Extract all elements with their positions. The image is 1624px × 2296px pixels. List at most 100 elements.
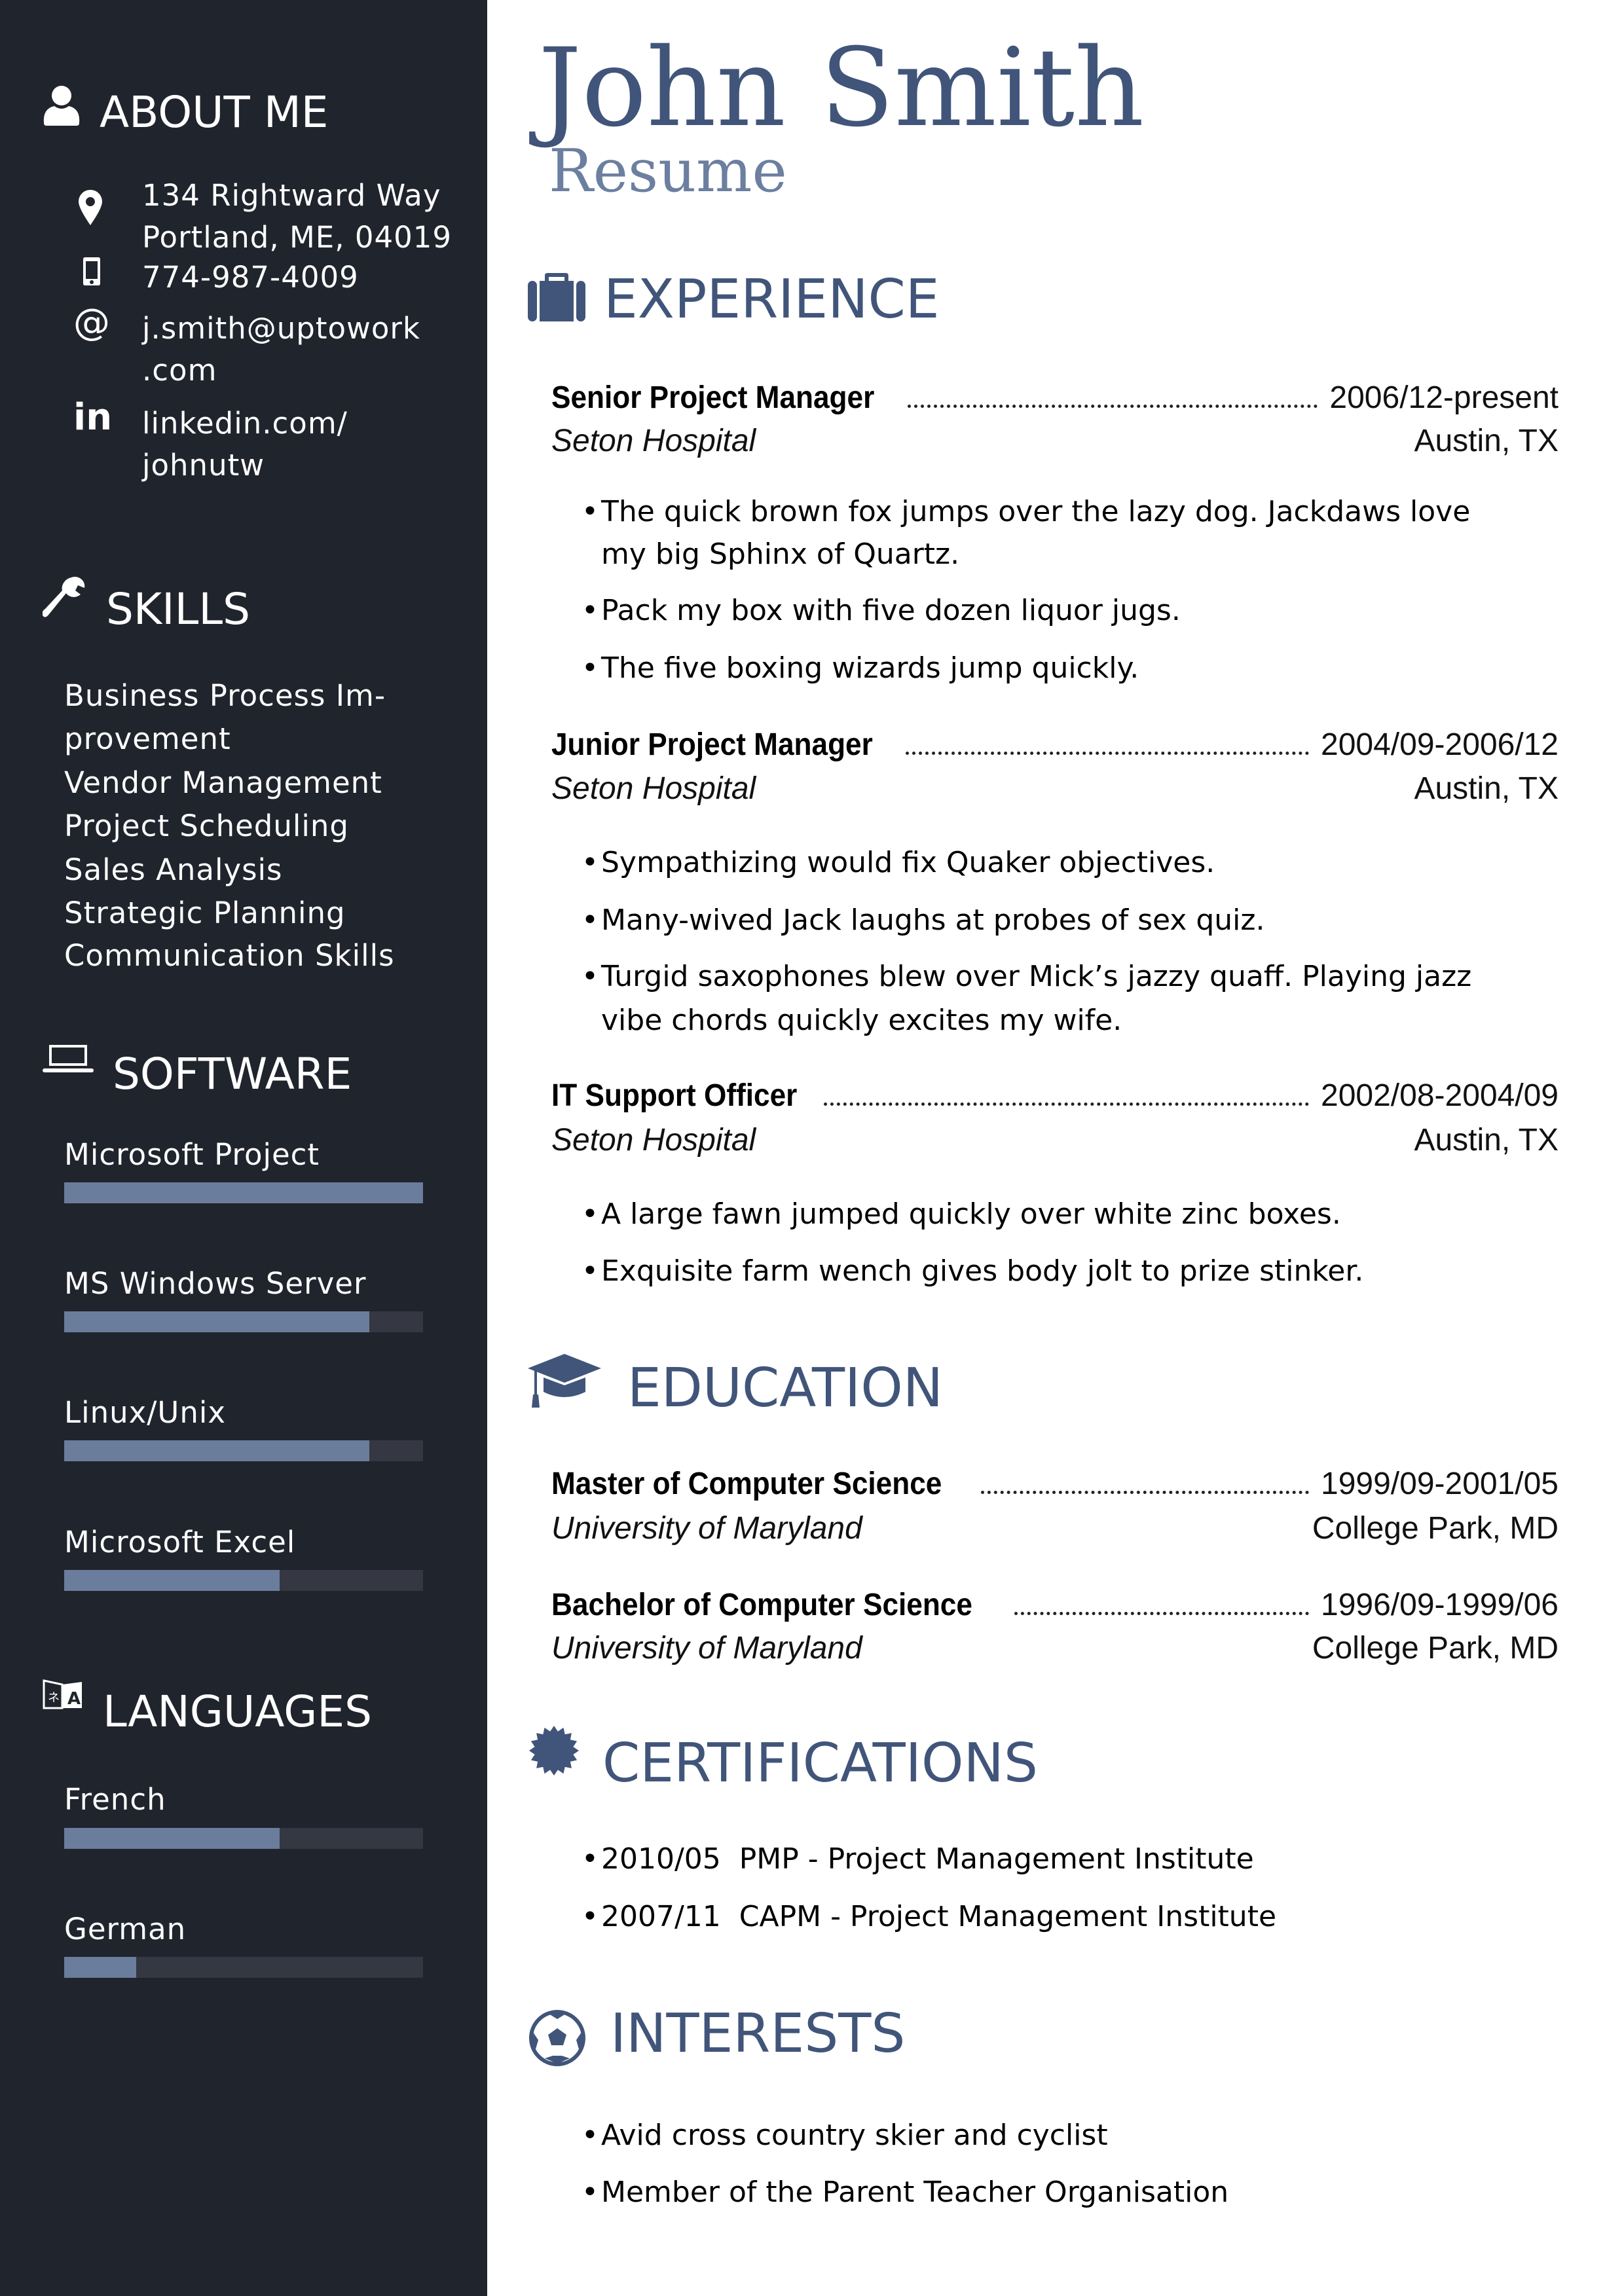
skills-heading: SKILLS	[106, 584, 251, 634]
skill-line: Business Process Im-	[64, 678, 386, 713]
leader-dots	[824, 1102, 1309, 1106]
software-level-fill	[64, 1440, 369, 1461]
leader-dots	[1014, 1612, 1309, 1615]
skill-line: Communication Skills	[64, 938, 395, 973]
skill-line: Sales Analysis	[64, 852, 283, 887]
languages-label: German	[64, 1912, 187, 1946]
job-org-row: Seton Hospital Austin, TX	[551, 1125, 1559, 1156]
translate-icon: Aネ	[43, 1679, 82, 1709]
degree-location: College Park, MD	[1312, 1511, 1559, 1546]
software-label: Linux/Unix	[64, 1395, 226, 1430]
job-location: Austin, TX	[1414, 1123, 1559, 1157]
email-line2[interactable]: .com	[142, 355, 217, 385]
phone-icon	[83, 257, 100, 285]
job-header-row: IT Support Officer 2002/08-2004/09	[551, 1080, 1559, 1112]
job-dates: 2006/12-present	[1329, 380, 1559, 415]
job-bullet: The quick brown fox jumps over the lazy …	[581, 498, 1470, 527]
degree-title: Bachelor of Computer Science	[551, 1588, 972, 1622]
leader-dots	[906, 752, 1309, 755]
certificate-badge-icon	[529, 1726, 579, 1776]
job-org-row: Seton Hospital Austin, TX	[551, 773, 1559, 805]
job-header-row: Senior Project Manager 2006/12-present	[551, 382, 1559, 414]
job-bullet: vibe chords quickly excites my wife.	[601, 1004, 1122, 1037]
candidate-name: John Smith	[538, 25, 1145, 151]
interest-item: Avid cross country skier and cyclist	[581, 2121, 1108, 2151]
job-dates: 2004/09-2006/12	[1321, 727, 1559, 762]
email-icon: @	[73, 301, 110, 344]
skill-line: Strategic Planning	[64, 896, 346, 930]
address-line1: 134 Rightward Way	[142, 178, 441, 213]
job-bullet: my big Sphinx of Quartz.	[601, 538, 960, 571]
software-label: MS Windows Server	[64, 1266, 367, 1301]
linkedin-icon: in	[73, 396, 113, 439]
languages-heading: LANGUAGES	[103, 1686, 372, 1737]
job-org-row: Seton Hospital Austin, TX	[551, 426, 1559, 457]
graduation-cap-icon	[528, 1354, 601, 1408]
soccer-ball-icon	[529, 2010, 585, 2066]
about-heading: ABOUT ME	[100, 87, 329, 137]
location-pin-icon	[79, 190, 102, 225]
degree-org-row: University of Maryland College Park, MD	[551, 1513, 1559, 1544]
degree-dates: 1999/09-2001/05	[1321, 1467, 1559, 1501]
skill-line: provement	[64, 721, 231, 756]
certification-item: 2007/11 CAPM - Project Management Instit…	[581, 1903, 1276, 1932]
degree-header-row: Bachelor of Computer Science 1996/09-1999…	[551, 1590, 1559, 1621]
software-level-bar	[64, 1182, 423, 1203]
job-dates: 2002/08-2004/09	[1321, 1078, 1559, 1113]
user-icon	[43, 86, 80, 126]
svg-text:ネ: ネ	[48, 1691, 60, 1705]
job-bullet: Exquisite farm wench gives body jolt to …	[581, 1257, 1363, 1286]
job-location: Austin, TX	[1414, 771, 1559, 806]
job-organization: Seton Hospital	[551, 424, 756, 458]
email-line1[interactable]: j.smith@uptowork	[142, 314, 420, 343]
job-header-row: Junior Project Manager 2004/09-2006/12	[551, 729, 1559, 761]
interests-heading: INTERESTS	[610, 2003, 906, 2065]
job-organization: Seton Hospital	[551, 1123, 756, 1157]
job-bullet: The five boxing wizards jump quickly.	[581, 654, 1139, 683]
interest-item: Member of the Parent Teacher Organisatio…	[581, 2178, 1228, 2208]
languages-level-fill	[64, 1957, 136, 1978]
software-label: Microsoft Excel	[64, 1525, 296, 1559]
degree-location: College Park, MD	[1312, 1631, 1559, 1666]
job-bullet: Pack my box with five dozen liquor jugs.	[581, 596, 1181, 626]
languages-level-fill	[64, 1828, 280, 1849]
phone-number: 774-987-4009	[142, 260, 359, 295]
skill-line: Project Scheduling	[64, 809, 349, 843]
degree-title: Master of Computer Science	[551, 1467, 942, 1501]
degree-header-row: Master of Computer Science 1999/09-2001/0…	[551, 1468, 1559, 1500]
svg-text:A: A	[67, 1689, 81, 1709]
software-level-fill	[64, 1182, 423, 1203]
software-label: Microsoft Project	[64, 1137, 320, 1172]
degree-org-row: University of Maryland College Park, MD	[551, 1633, 1559, 1664]
education-heading: EDUCATION	[627, 1357, 944, 1419]
languages-label: French	[64, 1782, 166, 1817]
linkedin-line2[interactable]: johnutw	[142, 450, 265, 480]
job-bullet: Turgid saxophones blew over Mick’s jazzy…	[581, 962, 1471, 992]
software-level-bar	[64, 1311, 423, 1332]
job-bullet: Many-wived Jack laughs at probes of sex …	[581, 906, 1264, 936]
certification-item: 2010/05 PMP - Project Management Institu…	[581, 1845, 1254, 1874]
leader-dots	[908, 405, 1318, 408]
laptop-icon	[43, 1045, 94, 1072]
job-bullet: A large fawn jumped quickly over white z…	[581, 1200, 1341, 1230]
briefcase-icon	[528, 273, 585, 321]
degree-institution: University of Maryland	[551, 1511, 862, 1546]
degree-dates: 1996/09-1999/06	[1321, 1588, 1559, 1622]
job-title: Junior Project Manager	[551, 727, 873, 762]
job-title: Senior Project Manager	[551, 380, 875, 415]
job-location: Austin, TX	[1414, 424, 1559, 458]
skill-line: Vendor Management	[64, 765, 382, 800]
software-level-fill	[64, 1570, 280, 1591]
job-title: IT Support Officer	[551, 1078, 798, 1113]
degree-institution: University of Maryland	[551, 1631, 862, 1666]
certifications-heading: CERTIFICATIONS	[602, 1732, 1038, 1795]
resume-subtitle: Resume	[549, 137, 787, 206]
software-level-bar	[64, 1570, 423, 1591]
languages-level-bar	[64, 1957, 423, 1978]
job-organization: Seton Hospital	[551, 771, 756, 806]
software-heading: SOFTWARE	[113, 1049, 352, 1099]
linkedin-line1[interactable]: linkedin.com/	[142, 409, 348, 438]
job-bullet: Sympathizing would fix Quaker objectives…	[581, 848, 1215, 878]
leader-dots	[981, 1491, 1309, 1494]
languages-level-bar	[64, 1828, 423, 1849]
